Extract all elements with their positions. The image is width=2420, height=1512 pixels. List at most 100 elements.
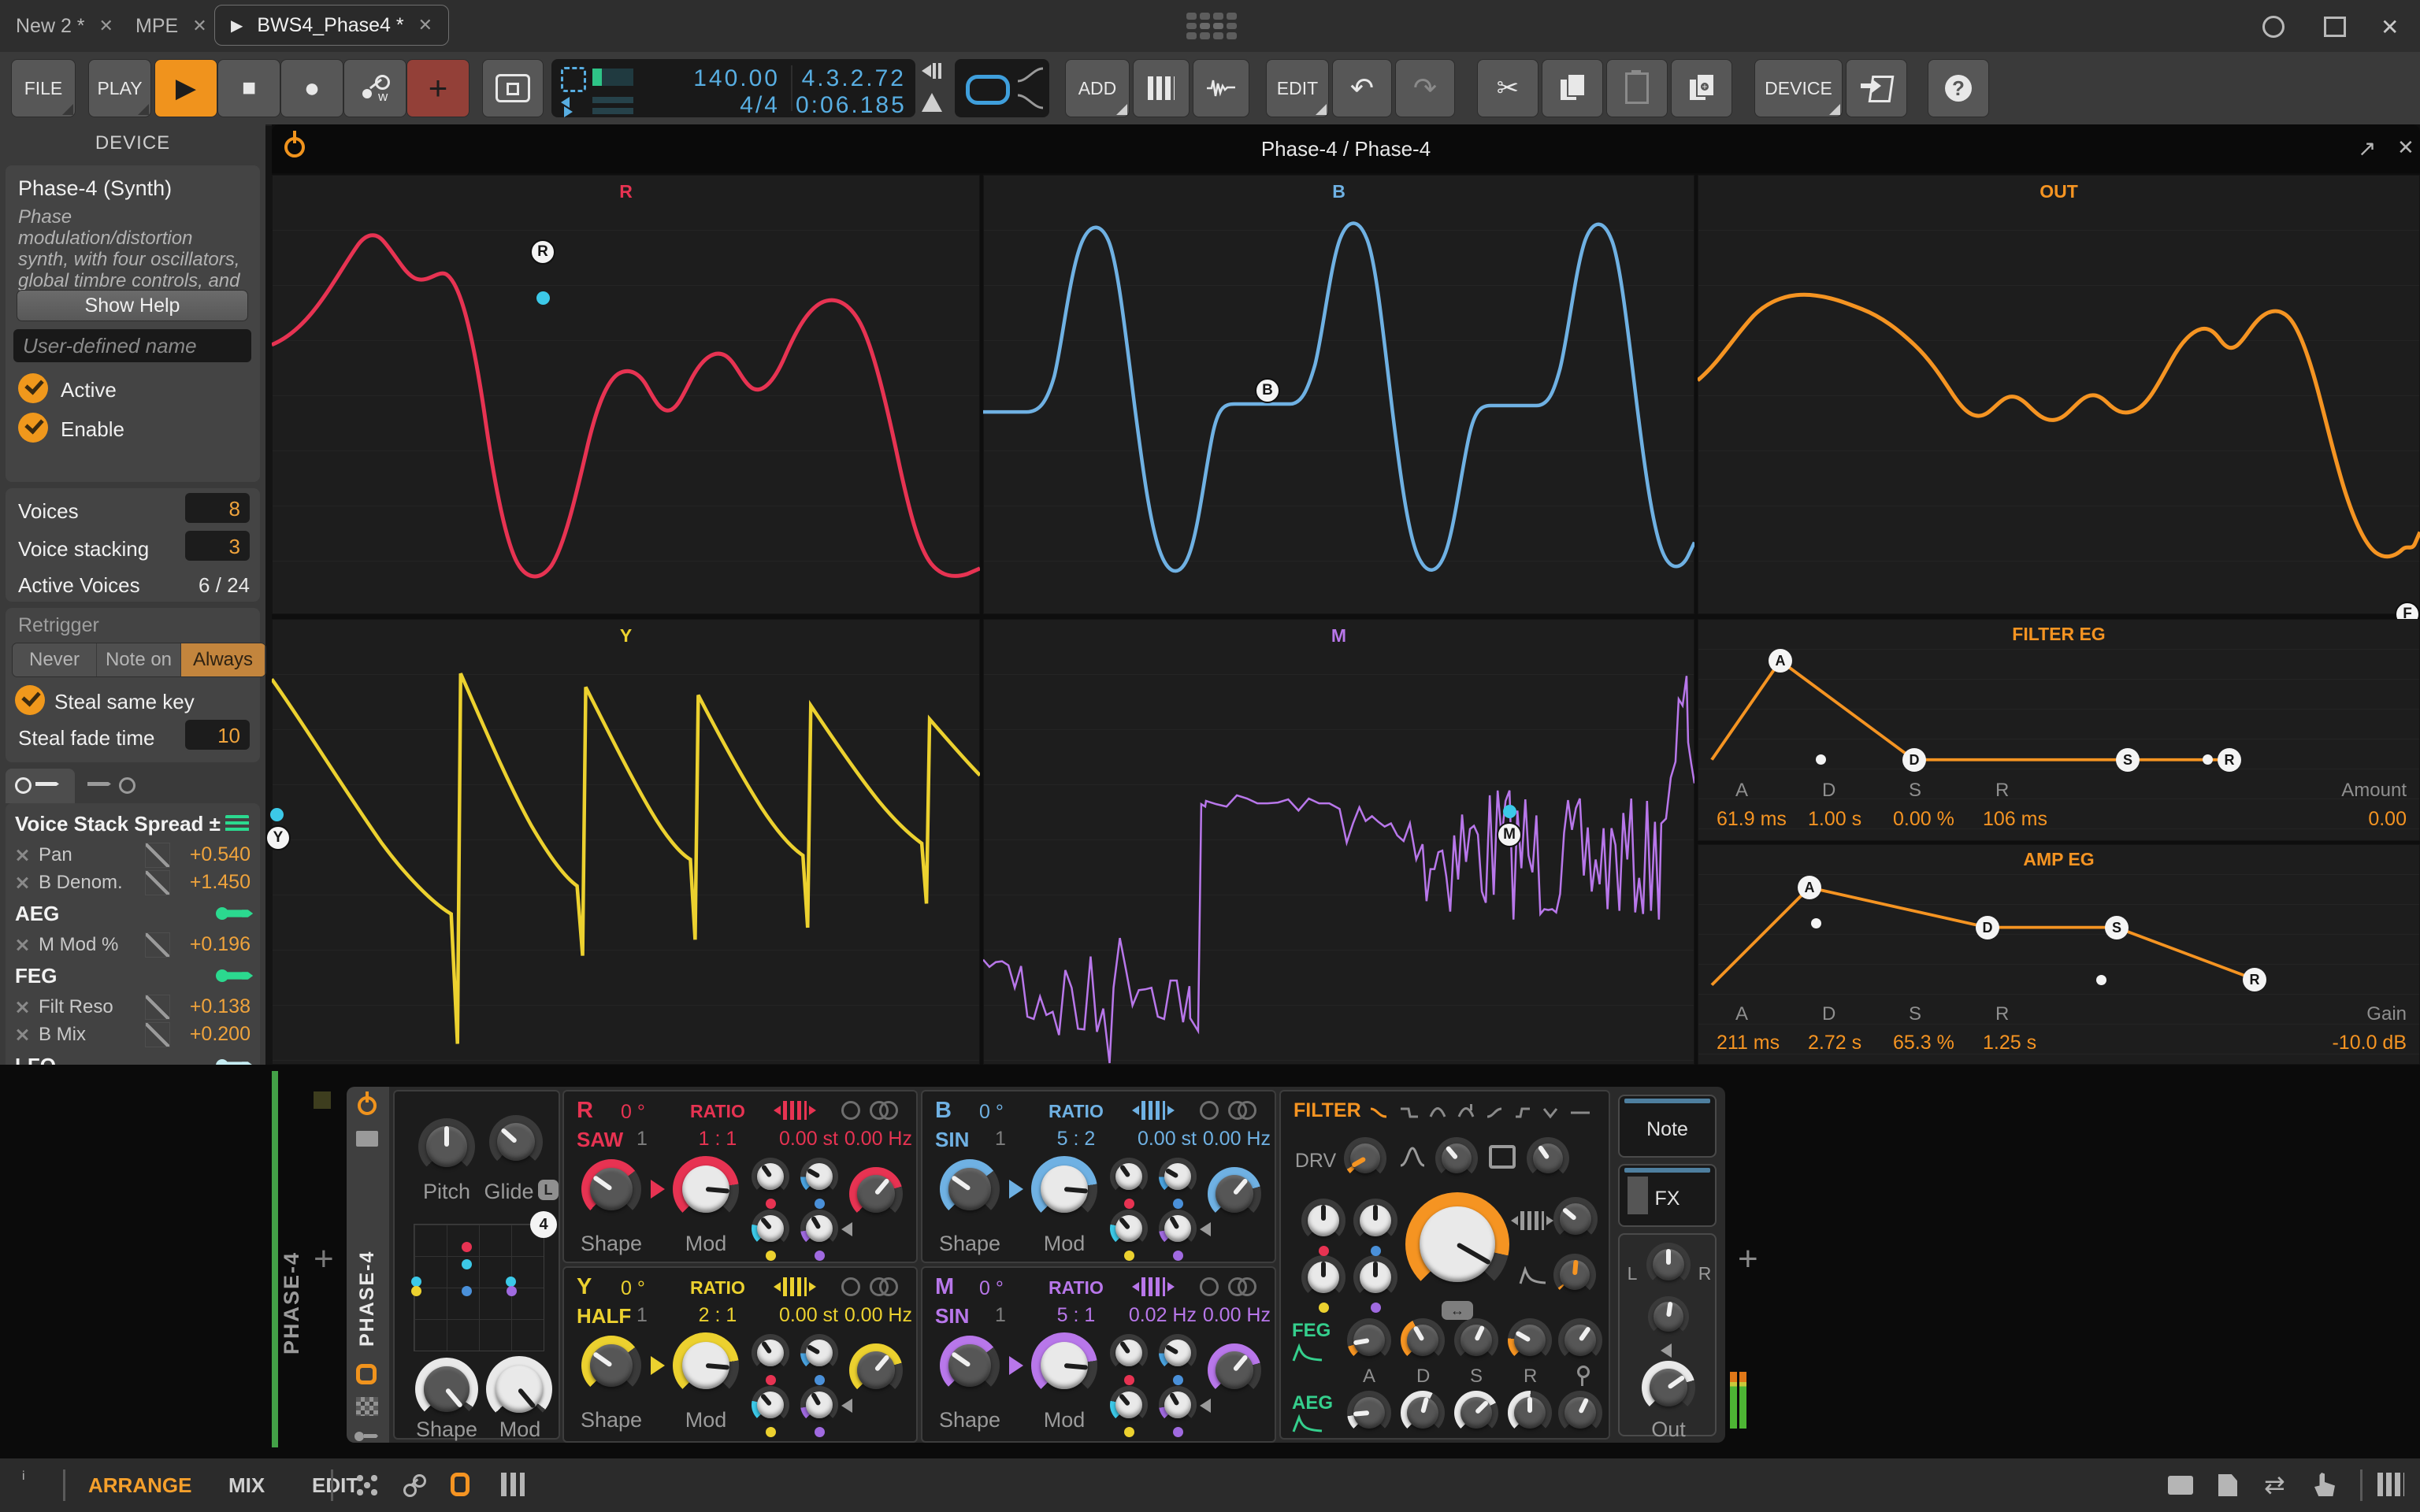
cut-button[interactable]: ✂	[1477, 59, 1538, 117]
tempo-value[interactable]: 140.00	[646, 65, 780, 92]
osc-modsrc-knob-3[interactable]	[752, 1386, 789, 1424]
mod-amount-value[interactable]: +0.540	[175, 843, 251, 866]
modulation-item[interactable]: Voice Stack Spread ± Voice Stack Spread …	[6, 806, 260, 841]
osc-phase-value[interactable]: 0 °	[621, 1277, 645, 1300]
mod-destinations-tab[interactable]	[78, 769, 147, 803]
feg-a-knob[interactable]	[1347, 1318, 1391, 1362]
volume-knob[interactable]	[1648, 1296, 1689, 1337]
osc-wave-num[interactable]: 1	[995, 1304, 1006, 1327]
project-tab[interactable]: MPE ✕	[135, 0, 207, 52]
osc-stereo-icon[interactable]	[1228, 1101, 1258, 1120]
feedback-knob[interactable]	[1527, 1137, 1569, 1180]
song-position[interactable]: 4.3.2.72	[796, 65, 906, 92]
osc-phase-value[interactable]: 0 °	[979, 1277, 1004, 1300]
osc-phase-value[interactable]: 0 °	[979, 1101, 1004, 1124]
add-track-button[interactable]: ADD	[1065, 59, 1130, 117]
osc-modsrc-knob-1[interactable]	[1110, 1334, 1148, 1372]
bell-amount-knob[interactable]	[1435, 1137, 1478, 1180]
retrigger-option[interactable]: Note on	[97, 643, 181, 676]
steal-same-key-checkbox[interactable]	[15, 685, 45, 715]
info-icon[interactable]: i	[22, 1469, 25, 1484]
osc-out-knob[interactable]	[1208, 1167, 1261, 1221]
osc-detune-value[interactable]: 0.00 st	[752, 1304, 838, 1327]
mod-amount-value[interactable]: +1.450	[175, 871, 251, 894]
mod-amount-value[interactable]: +0.138	[175, 995, 251, 1018]
osc-shape-knob[interactable]	[581, 1159, 641, 1219]
osc-out-knob[interactable]	[849, 1343, 903, 1397]
help-button[interactable]: ?	[1928, 59, 1989, 117]
osc-y-display[interactable]: Y Y	[272, 619, 980, 1065]
add-device-left[interactable]: +	[314, 1240, 334, 1279]
aeg-d-knob[interactable]	[1401, 1391, 1445, 1435]
snap-icon[interactable]	[356, 1474, 378, 1496]
osc-wave-num[interactable]: 1	[995, 1128, 1006, 1151]
time-signature[interactable]: 4/4	[646, 92, 780, 119]
track-name-vertical[interactable]: PHASE-4	[280, 1173, 304, 1354]
amp-eg-node-s[interactable]: S	[2105, 916, 2129, 939]
view-tab[interactable]: MIX	[228, 1458, 265, 1512]
osc-modsrc-knob-1[interactable]	[752, 1158, 789, 1195]
io-swap-icon[interactable]: ⇄	[2264, 1469, 2285, 1499]
steal-fade-time-value[interactable]: 10	[185, 720, 250, 750]
filter-eg-r-value[interactable]: 106 ms	[1983, 808, 2047, 831]
feg-d-knob[interactable]	[1401, 1318, 1445, 1362]
add-audio-track-button[interactable]	[1193, 59, 1249, 117]
tab-close-icon[interactable]: ✕	[192, 16, 206, 36]
osc-y-marker[interactable]: Y	[265, 825, 291, 850]
modulation-item[interactable]: AEG AEG	[6, 896, 260, 931]
undo-button[interactable]: ↶	[1332, 59, 1392, 117]
osc-ring-icon[interactable]	[841, 1101, 860, 1120]
out-display[interactable]: OUT F	[1698, 175, 2420, 614]
osc-ring-icon[interactable]	[841, 1277, 860, 1296]
duplicate-button[interactable]: +	[1671, 59, 1732, 117]
fx-slot[interactable]: FX	[1618, 1164, 1717, 1227]
osc-shape-knob[interactable]	[581, 1336, 641, 1395]
mod-remove-icon[interactable]	[15, 1000, 29, 1014]
pitch-knob[interactable]	[418, 1118, 475, 1175]
drive-knob[interactable]	[1344, 1137, 1386, 1180]
punch-in-icon[interactable]	[922, 63, 945, 82]
osc-ring-icon[interactable]	[1200, 1101, 1219, 1120]
window-record-indicator[interactable]	[2262, 16, 2285, 38]
aeg-r-knob[interactable]	[1508, 1391, 1552, 1435]
osc-freq-value[interactable]: 0.00 Hz	[841, 1304, 912, 1327]
osc-freq-value[interactable]: 0.00 Hz	[1200, 1128, 1271, 1151]
amp-eg-node-a[interactable]: A	[1798, 876, 1821, 899]
osc-mod-knob[interactable]	[1031, 1156, 1097, 1222]
view-tab[interactable]: EDIT	[312, 1458, 358, 1512]
insert-device-button[interactable]	[1846, 59, 1907, 117]
osc-detune-value[interactable]: 0.00 st	[752, 1128, 838, 1151]
remote-controls-icon[interactable]	[356, 1364, 377, 1384]
user-defined-name-input[interactable]: User-defined name	[13, 329, 251, 362]
voices-value[interactable]: 8	[185, 493, 250, 523]
enable-checkbox[interactable]	[18, 413, 48, 443]
out-knob[interactable]	[1642, 1361, 1695, 1414]
file-icon[interactable]	[2218, 1474, 2237, 1496]
xy-pad[interactable]	[414, 1224, 544, 1351]
mod-amount-value[interactable]: +0.200	[175, 1023, 251, 1046]
edit-menu-button[interactable]: EDIT	[1266, 59, 1329, 117]
osc-modsrc-knob-4[interactable]	[800, 1210, 838, 1247]
play-button[interactable]: ▶	[154, 59, 217, 117]
osc-b-display[interactable]: B B	[983, 175, 1694, 614]
cutoff-knob[interactable]	[1405, 1192, 1509, 1296]
osc-modsrc-knob-4[interactable]	[1159, 1386, 1197, 1424]
filter-mod-knob-3[interactable]	[1301, 1255, 1345, 1299]
osc-wave-value[interactable]: SIN	[935, 1304, 969, 1329]
osc-freq-value[interactable]: 0.00 Hz	[1200, 1304, 1271, 1327]
add-instrument-track-button[interactable]	[1133, 59, 1190, 117]
mod-remove-icon[interactable]	[15, 1028, 29, 1042]
osc-modsrc-knob-2[interactable]	[800, 1158, 838, 1195]
osc-r-display[interactable]: R R	[272, 175, 980, 614]
project-tab[interactable]: ▶ BWS4_Phase4 * ✕	[214, 5, 449, 46]
feg-r-knob[interactable]	[1508, 1318, 1552, 1362]
filter-keytrack-icon[interactable]	[1520, 1211, 1544, 1230]
panel-layout-icon[interactable]	[501, 1473, 525, 1496]
play-menu-button[interactable]: PLAY	[88, 59, 151, 117]
retrigger-option[interactable]: Always	[181, 643, 265, 676]
filter-eg-node-r[interactable]: R	[2218, 748, 2241, 772]
mod-remove-icon[interactable]	[15, 876, 29, 890]
device-view-button[interactable]: DEVICE	[1754, 59, 1843, 117]
project-tab[interactable]: New 2 * ✕	[16, 0, 113, 52]
osc-out-knob[interactable]	[849, 1167, 903, 1221]
